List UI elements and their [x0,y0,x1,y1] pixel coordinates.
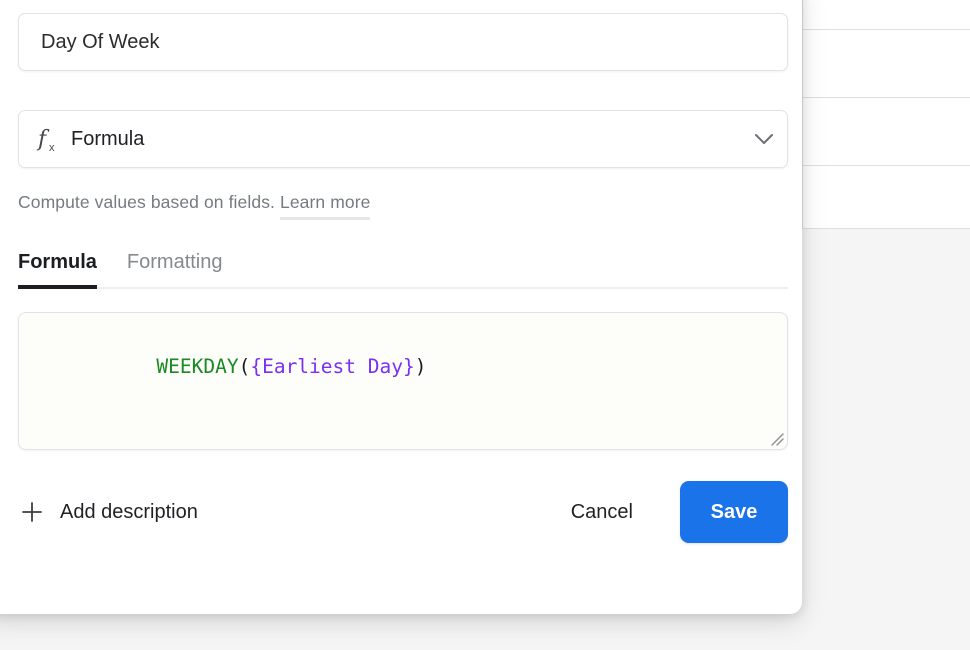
formula-text: WEEKDAY({Earliest Day}) [39,331,767,404]
add-description-label: Add description [60,500,198,523]
learn-more-link[interactable]: Learn more [279,192,371,220]
field-type-select[interactable]: f x Formula [18,110,788,168]
svg-text:x: x [49,142,55,154]
plus-icon [20,500,44,524]
svg-text:f: f [36,127,50,152]
help-text: Compute values based on fields. [18,192,276,212]
table-column-divider [802,0,803,229]
tab-formatting[interactable]: Formatting [127,251,223,287]
save-button[interactable]: Save [680,481,788,543]
screen: f x Formula Compute values based on fiel… [0,0,970,650]
chevron-down-icon[interactable] [741,133,787,145]
add-description-button[interactable]: Add description [18,494,200,530]
formula-token-open-paren: ( [238,355,251,379]
formula-token-field-ref: {Earliest Day} [250,355,415,379]
resize-grip-icon[interactable] [768,430,784,446]
field-type-label: Formula [71,127,145,150]
formula-editor[interactable]: WEEKDAY({Earliest Day}) [18,312,788,450]
formula-token-close-paren: ) [414,355,427,379]
field-editor-panel: f x Formula Compute values based on fiel… [0,0,802,614]
cancel-button[interactable]: Cancel [551,487,653,538]
fx-icon: f x [27,124,71,154]
formula-token-function: WEEKDAY [156,355,239,379]
editor-footer: Add description Cancel Save [18,477,788,547]
editor-tabs: Formula Formatting [18,251,788,289]
field-name-input[interactable] [18,13,788,71]
field-type-help: Compute values based on fields. Learn mo… [18,192,788,220]
tab-formula[interactable]: Formula [18,251,97,289]
